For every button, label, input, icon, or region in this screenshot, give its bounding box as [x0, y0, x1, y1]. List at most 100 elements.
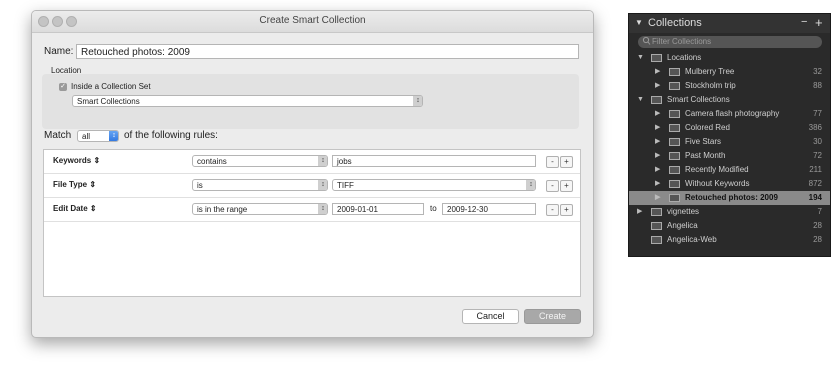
collection-row[interactable]: ▶ Colored Red 386 — [629, 121, 830, 135]
range-end-field[interactable]: 2009-12-30 — [442, 203, 536, 215]
collection-row[interactable]: Angelica 28 — [629, 219, 830, 233]
range-start-field[interactable]: 2009-01-01 — [332, 203, 424, 215]
expanded-triangle-icon: ▼ — [635, 18, 643, 27]
collection-count: 28 — [813, 221, 822, 230]
collection-name: Stockholm trip — [685, 81, 736, 90]
remove-collection-button[interactable]: − — [801, 16, 807, 28]
collapsed-triangle-icon[interactable]: ▶ — [655, 79, 660, 93]
collection-row[interactable]: Angelica-Web 28 — [629, 233, 830, 247]
popup-arrows-icon: ↕ — [109, 131, 118, 141]
collapsed-triangle-icon[interactable]: ▶ — [655, 65, 660, 79]
rule-operator-popup[interactable]: contains ↕ — [192, 155, 328, 167]
collection-count: 872 — [808, 179, 822, 188]
smart-collection-icon — [669, 152, 680, 160]
collection-count: 194 — [808, 193, 822, 202]
rule-value-text: TIFF — [337, 181, 354, 190]
rule-operator-popup[interactable]: is ↕ — [192, 179, 328, 191]
collection-name: Locations — [667, 53, 702, 62]
collection-row[interactable]: ▶ Stockholm trip 88 — [629, 79, 830, 93]
smart-collection-icon — [669, 194, 680, 202]
collection-row[interactable]: ▼ Smart Collections — [629, 93, 830, 107]
rule-field-label: Keywords — [53, 156, 92, 165]
collapsed-triangle-icon[interactable]: ▶ — [655, 107, 660, 121]
collection-name: Recently Modified — [685, 165, 749, 174]
range-to-label: to — [430, 204, 437, 213]
add-rule-button[interactable]: + — [560, 156, 573, 168]
collapsed-triangle-icon[interactable]: ▶ — [637, 205, 642, 219]
collection-row[interactable]: ▶ Mulberry Tree 32 — [629, 65, 830, 79]
popup-arrows-icon: ↕ — [526, 180, 535, 190]
add-rule-button[interactable]: + — [560, 180, 573, 192]
grid-collection-icon — [651, 236, 662, 244]
rule-operator-popup[interactable]: is in the range ↕ — [192, 203, 328, 215]
collection-name: Mulberry Tree — [685, 67, 735, 76]
collection-name: Angelica — [667, 221, 698, 230]
small-arrows-icon: ⇕ — [93, 156, 101, 165]
collection-row[interactable]: ▶ Retouched photos: 2009 194 — [629, 191, 830, 205]
collection-row[interactable]: ▼ Locations — [629, 51, 830, 65]
collection-name: Colored Red — [685, 123, 730, 132]
remove-rule-button[interactable]: - — [546, 204, 559, 216]
add-rule-button[interactable]: + — [560, 204, 573, 216]
collections-title: Collections — [648, 17, 702, 29]
rule-value-popup[interactable]: TIFF ↕ — [332, 179, 536, 191]
collection-count: 72 — [813, 151, 822, 160]
collection-name: Camera flash photography — [685, 109, 780, 118]
collapsed-triangle-icon[interactable]: ▶ — [655, 191, 660, 205]
expanded-triangle-icon[interactable]: ▼ — [637, 51, 644, 65]
collapsed-triangle-icon[interactable]: ▶ — [655, 135, 660, 149]
collection-row[interactable]: ▶ Recently Modified 211 — [629, 163, 830, 177]
collection-set-icon — [651, 96, 662, 104]
title-bar: Create Smart Collection — [32, 11, 593, 33]
inside-set-checkbox[interactable]: ✓ — [59, 83, 67, 91]
collection-count: 211 — [809, 165, 822, 174]
collection-row[interactable]: ▶ Without Keywords 872 — [629, 177, 830, 191]
small-arrows-icon: ⇕ — [89, 180, 97, 189]
match-popup[interactable]: all ↕ — [77, 130, 119, 142]
collection-set-popup[interactable]: Smart Collections ↕ — [72, 95, 423, 107]
rule-field-popup[interactable]: File Type ⇕ — [53, 180, 96, 189]
collapsed-triangle-icon[interactable]: ▶ — [655, 163, 660, 177]
collection-name: vignettes — [667, 207, 700, 216]
collapsed-triangle-icon[interactable]: ▶ — [655, 121, 660, 135]
collection-count: 30 — [813, 137, 822, 146]
add-collection-button[interactable]: + — [815, 15, 823, 30]
popup-arrows-icon: ↕ — [318, 180, 327, 190]
collapsed-triangle-icon[interactable]: ▶ — [655, 149, 660, 163]
folder-icon — [651, 208, 662, 216]
rule-operator-value: is in the range — [197, 205, 248, 214]
small-arrows-icon: ⇕ — [89, 204, 97, 213]
smart-collection-icon — [669, 166, 680, 174]
popup-arrows-icon: ↕ — [318, 156, 327, 166]
remove-rule-button[interactable]: - — [546, 156, 559, 168]
cancel-button[interactable]: Cancel — [462, 309, 519, 324]
collection-set-icon — [651, 54, 662, 62]
collection-count: 28 — [813, 235, 822, 244]
collection-row[interactable]: ▶ Camera flash photography 77 — [629, 107, 830, 121]
rule-value-field[interactable]: jobs — [332, 155, 536, 167]
dialog-title: Create Smart Collection — [259, 15, 366, 26]
collections-panel: ▼ Collections − + Filter Collections ▼ Lo… — [628, 13, 831, 257]
remove-rule-button[interactable]: - — [546, 180, 559, 192]
collections-header[interactable]: ▼ Collections − + — [629, 14, 830, 33]
name-field[interactable]: Retouched photos: 2009 — [76, 44, 579, 59]
collection-row[interactable]: ▶ vignettes 7 — [629, 205, 830, 219]
collection-name: Retouched photos: 2009 — [685, 193, 778, 202]
filter-collections-field[interactable]: Filter Collections — [638, 36, 822, 48]
collection-count: 32 — [813, 67, 822, 76]
rule-field-popup[interactable]: Edit Date ⇕ — [53, 204, 97, 213]
inside-set-label: Inside a Collection Set — [71, 82, 151, 91]
rule-field-label: File Type — [53, 180, 88, 189]
rule-field-popup[interactable]: Keywords ⇕ — [53, 156, 100, 165]
collection-row[interactable]: ▶ Past Month 72 — [629, 149, 830, 163]
create-button[interactable]: Create — [524, 309, 581, 324]
match-label: Match — [44, 130, 72, 141]
filter-placeholder: Filter Collections — [652, 37, 712, 46]
popup-arrows-icon: ↕ — [413, 96, 422, 106]
expanded-triangle-icon[interactable]: ▼ — [637, 93, 644, 107]
collection-count: 77 — [813, 109, 822, 118]
collapsed-triangle-icon[interactable]: ▶ — [655, 177, 660, 191]
smart-collection-icon — [669, 110, 680, 118]
collection-icon — [669, 68, 680, 76]
collection-row[interactable]: ▶ Five Stars 30 — [629, 135, 830, 149]
